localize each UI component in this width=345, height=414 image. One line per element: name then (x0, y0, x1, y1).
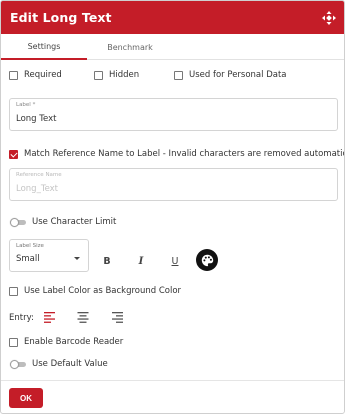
italic-button[interactable]: I (134, 254, 148, 268)
align-center-button[interactable] (77, 311, 89, 323)
match-reference-option[interactable]: Match Reference Name to Label - Invalid … (9, 149, 345, 159)
default-value-label: Use Default Value (32, 359, 108, 369)
align-left-icon (44, 311, 55, 323)
edit-long-text-dialog: Edit Long Text Settings Benchmark Requir… (0, 0, 345, 414)
personal-data-option[interactable]: Used for Personal Data (174, 70, 287, 80)
reference-name-value: Long_Text (16, 184, 59, 194)
reference-name-caption: Reference Name (16, 172, 62, 178)
label-field-value[interactable]: Long Text (16, 114, 56, 124)
label-color-background-checkbox[interactable] (9, 286, 18, 296)
required-option[interactable]: Required (9, 70, 62, 80)
label-size-value: Small (16, 254, 40, 264)
tab-settings[interactable]: Settings (1, 34, 87, 60)
label-color-background-label: Use Label Color as Background Color (24, 286, 182, 296)
align-center-icon (77, 311, 89, 323)
tab-benchmark[interactable]: Benchmark (87, 34, 173, 60)
align-left-button[interactable] (44, 311, 56, 323)
character-limit-option[interactable]: Use Character Limit (10, 217, 116, 227)
match-reference-checkbox[interactable] (9, 149, 18, 159)
label-size-select[interactable]: Label Size Small (9, 239, 89, 272)
align-right-button[interactable] (111, 311, 123, 323)
entry-label: Entry: (9, 313, 34, 323)
required-checkbox[interactable] (9, 70, 18, 80)
dialog-title: Edit Long Text (10, 10, 112, 25)
move-arrows-icon[interactable] (322, 10, 336, 25)
personal-data-label: Used for Personal Data (189, 70, 287, 80)
character-limit-label: Use Character Limit (32, 217, 117, 227)
label-field[interactable]: Label * Long Text (9, 98, 338, 131)
label-size-caption: Label Size (16, 243, 44, 249)
reference-name-field: Reference Name Long_Text (9, 168, 338, 201)
align-right-icon (112, 311, 123, 323)
character-limit-toggle[interactable] (10, 217, 26, 227)
default-value-toggle[interactable] (10, 359, 26, 369)
label-color-background-option[interactable]: Use Label Color as Background Color (9, 286, 181, 296)
chevron-down-icon (74, 257, 80, 260)
footer-divider (1, 380, 344, 381)
bold-button[interactable]: B (100, 254, 114, 268)
barcode-reader-label: Enable Barcode Reader (24, 337, 124, 347)
default-value-option[interactable]: Use Default Value (10, 359, 108, 369)
dialog-titlebar[interactable]: Edit Long Text (1, 1, 344, 34)
label-color-button[interactable] (196, 249, 218, 271)
ok-button[interactable]: OK (9, 388, 43, 408)
palette-icon (201, 254, 213, 266)
label-field-caption: Label * (16, 102, 36, 108)
tab-bar: Settings Benchmark (1, 34, 344, 60)
underline-button[interactable]: U (168, 254, 182, 268)
hidden-option[interactable]: Hidden (94, 70, 139, 80)
required-label: Required (24, 70, 62, 80)
hidden-checkbox[interactable] (94, 70, 103, 80)
barcode-reader-checkbox[interactable] (9, 337, 18, 347)
personal-data-checkbox[interactable] (174, 70, 183, 80)
barcode-reader-option[interactable]: Enable Barcode Reader (9, 337, 123, 347)
hidden-label: Hidden (109, 70, 140, 80)
match-reference-label: Match Reference Name to Label - Invalid … (24, 149, 345, 159)
